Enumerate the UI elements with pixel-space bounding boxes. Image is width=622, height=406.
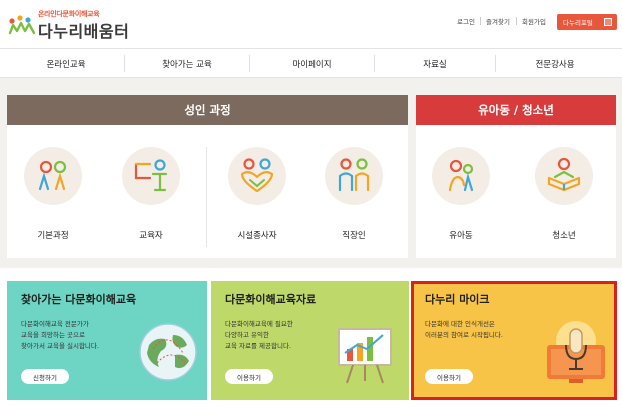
header: 온라인다문화이해교육 다누리배움터 로그인 즐겨찾기 회원가입 다누리포털 [0, 0, 622, 48]
card-desc-line: 이러분의 참여로 시작됩니다. [425, 331, 503, 339]
course-teen-button[interactable] [535, 147, 593, 205]
danuri-portal-button[interactable]: 다누리포털 [557, 14, 617, 30]
apply-button[interactable]: 신청하기 [21, 369, 69, 384]
util-divider [480, 17, 481, 25]
card-desc-line: 다양하고 유익한 [225, 331, 269, 339]
logo-mark-icon [8, 15, 36, 35]
card-desc-line: 교육 자료를 제공합니다. [225, 342, 291, 350]
course-basic-label: 기본과정 [37, 231, 69, 241]
course-teen-label: 청소년 [552, 231, 576, 241]
people-icon [38, 160, 67, 191]
nav-mypage[interactable]: 마이페이지 [250, 49, 374, 78]
util-divider [516, 17, 517, 25]
danuri-mic-card[interactable]: 다누리 마이크 다문화에 대한 인식개선은 이러분의 참여로 시작됩니다. 이용… [411, 281, 617, 400]
portal-button-label: 다누리포털 [563, 19, 593, 27]
use-button[interactable]: 이용하기 [425, 369, 473, 384]
main-nav: 온라인교육 찾아가는 교육 마이페이지 자료실 전문강사용 [0, 48, 622, 78]
card-title: 다문화이해교육자료 [225, 293, 317, 306]
course-facility-worker-label: 시설종사자 [237, 231, 277, 241]
course-office-worker-button[interactable] [325, 147, 383, 205]
card-desc-line: 다문화에 대한 인식개선은 [425, 320, 495, 328]
course-educator-button[interactable] [122, 147, 180, 205]
microphone-monitor-icon [547, 321, 605, 383]
course-child-label: 유아동 [449, 231, 473, 241]
panel-divider [206, 147, 207, 247]
nav-resources[interactable]: 자료실 [375, 49, 495, 78]
bookmark-link[interactable]: 즐겨찾기 [486, 16, 510, 26]
nav-online-education[interactable]: 온라인교육 [8, 49, 124, 78]
logo-name: 다누리배움터 [38, 22, 130, 41]
course-basic-button[interactable] [24, 147, 82, 205]
adult-course-title: 성인 과정 [7, 95, 408, 125]
nav-instructor[interactable]: 전문강사용 [496, 49, 614, 78]
signup-link[interactable]: 회원가입 [522, 16, 546, 26]
teen-reading-icon [547, 157, 581, 192]
card-title: 찾아가는 다문화이해교육 [21, 293, 137, 306]
child-icon [448, 159, 474, 192]
youth-course-title: 유아동 / 청소년 [416, 95, 616, 125]
course-facility-worker-button[interactable] [228, 147, 286, 205]
card-desc-line: 다문화이해교육에 필요한 [225, 320, 293, 328]
course-child-button[interactable] [432, 147, 490, 205]
site-logo[interactable]: 온라인다문화이해교육 다누리배움터 [8, 8, 130, 42]
card-title: 다누리 마이크 [425, 293, 490, 306]
use-button[interactable]: 이용하기 [225, 369, 273, 384]
nav-visiting-education[interactable]: 찾아가는 교육 [125, 49, 249, 78]
educator-icon [134, 159, 168, 192]
card-desc-line: 교육을 희망하는 곳으로 [21, 331, 85, 339]
card-desc-line: 찾아가서 교육을 실시합니다. [21, 342, 99, 350]
heart-people-icon [240, 158, 274, 193]
visiting-education-card[interactable]: 찾아가는 다문화이해교육 다문화이해교육 전문가가 교육을 희망하는 곳으로 찾… [7, 281, 207, 400]
login-link[interactable]: 로그인 [457, 16, 475, 26]
course-office-worker-label: 직장인 [342, 231, 366, 241]
workers-icon [338, 158, 370, 192]
globe-icon [139, 323, 197, 381]
presentation-board-icon [338, 328, 392, 384]
card-desc-line: 다문화이해교육 전문가가 [21, 320, 89, 328]
external-link-icon [604, 18, 612, 26]
education-resources-card[interactable]: 다문화이해교육자료 다문화이해교육에 필요한 다양하고 유익한 교육 자료를 제… [211, 281, 409, 400]
course-educator-label: 교육자 [139, 231, 163, 241]
